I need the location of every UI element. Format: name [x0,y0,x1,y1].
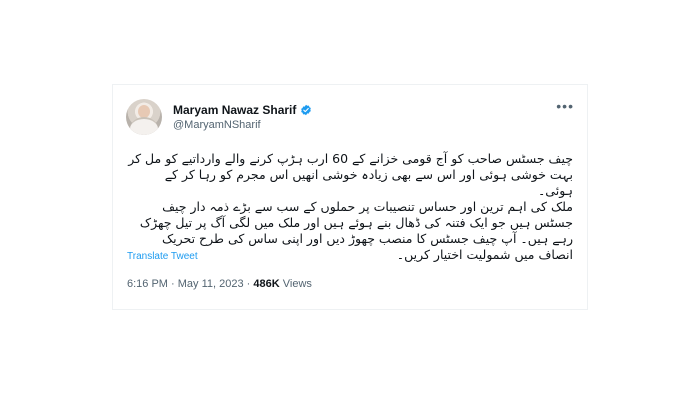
tweet-text: چیف جسٹس صاحب کو آج قومی خزانے کے 60 ارب… [128,151,573,262]
views-label: Views [282,278,312,290]
tweet-meta: 6:16 PM · May 11, 2023 · 486K Views [127,278,312,290]
verified-badge-icon [301,104,312,116]
avatar[interactable] [126,99,162,135]
tweet-card: Maryam Nawaz Sharif @MaryamNSharif ••• چ… [112,84,588,310]
meta-separator: · [171,278,175,290]
avatar-shawl [130,117,158,135]
author-name-row[interactable]: Maryam Nawaz Sharif [173,103,312,117]
more-options-icon[interactable]: ••• [556,99,574,113]
meta-separator: · [246,278,251,290]
views-count: 486K [253,278,280,290]
tweet-time[interactable]: 6:16 PM [127,278,168,290]
translate-tweet-link[interactable]: Translate Tweet [127,251,198,262]
author-handle[interactable]: @MaryamNSharif [173,119,261,131]
tweet-date[interactable]: May 11, 2023 [178,278,244,290]
author-display-name[interactable]: Maryam Nawaz Sharif [173,103,296,117]
